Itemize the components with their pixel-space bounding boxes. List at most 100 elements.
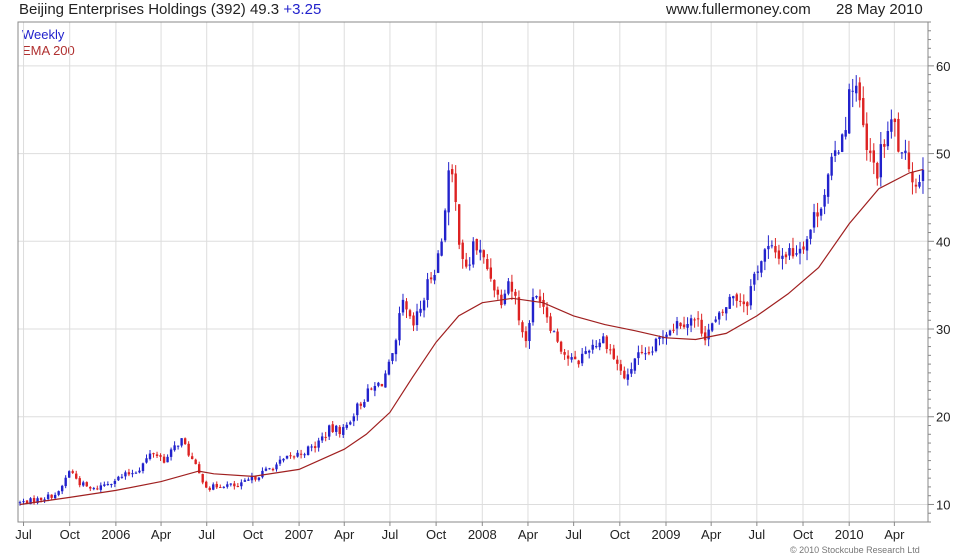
candle-body: [380, 383, 384, 387]
candle-body: [528, 323, 531, 342]
candle-body: [261, 470, 264, 478]
candle-body: [461, 242, 464, 259]
candle-body: [394, 340, 398, 355]
y-tick-label: 50: [936, 147, 950, 162]
candle-body: [67, 471, 71, 478]
candle-body: [802, 246, 805, 250]
candle-body: [450, 169, 454, 175]
candle-body: [897, 118, 900, 152]
x-tick-label: Oct: [793, 527, 814, 542]
candle-body: [222, 486, 225, 488]
candle-body: [408, 310, 412, 317]
candle-body: [833, 150, 837, 156]
candle-body: [433, 274, 436, 281]
candle-body: [651, 351, 654, 353]
candle-body: [862, 98, 865, 126]
candle-body: [75, 473, 78, 479]
candle-body: [113, 480, 117, 484]
candle-body: [763, 249, 767, 262]
candle-body: [735, 294, 738, 301]
x-tick-label: Jul: [382, 527, 399, 542]
x-tick-label: Oct: [60, 527, 81, 542]
candle-body: [855, 85, 858, 94]
candle-body: [858, 82, 861, 101]
candle-body: [732, 296, 735, 299]
candle-body: [53, 494, 57, 499]
candle-body: [131, 473, 134, 475]
candle-body: [240, 482, 243, 487]
candle-body: [689, 318, 693, 326]
candle-body: [405, 301, 408, 310]
candle-body: [236, 485, 240, 487]
candle-body: [226, 484, 229, 487]
candle-body: [103, 484, 106, 486]
candle-body: [159, 455, 162, 457]
candle-body: [918, 182, 921, 187]
candle-body: [616, 359, 619, 364]
candle-body: [647, 352, 651, 354]
candle-body: [630, 369, 633, 374]
candle-body: [120, 476, 124, 478]
candle-body: [169, 449, 173, 457]
candle-body: [335, 425, 338, 432]
candle-body: [587, 350, 591, 353]
candle-body: [138, 470, 141, 473]
candle-body: [387, 361, 391, 375]
candle-body: [637, 352, 640, 359]
candle-body: [777, 250, 781, 259]
candle-body: [71, 471, 74, 473]
x-tick-label: Apr: [334, 527, 355, 542]
candle-body: [39, 497, 43, 501]
candle-body: [496, 289, 500, 295]
candle-body: [99, 485, 103, 490]
candle-body: [770, 245, 774, 247]
candle-body: [148, 453, 152, 460]
candle-body: [696, 318, 700, 320]
candle-body: [710, 323, 714, 331]
candle-body: [106, 484, 110, 486]
x-tick-label: Jul: [565, 527, 582, 542]
candle-body: [268, 468, 271, 470]
x-tick-label: Apr: [884, 527, 905, 542]
candle-body: [563, 352, 566, 355]
candle-body: [412, 315, 415, 326]
candle-body: [472, 241, 475, 265]
x-tick-label: Oct: [426, 527, 447, 542]
candle-body: [155, 454, 159, 456]
candle-body: [721, 311, 724, 313]
candle-body: [32, 498, 36, 503]
candle-body: [623, 370, 626, 379]
candle-body: [306, 446, 310, 456]
candle-body: [457, 204, 461, 245]
candle-body: [313, 446, 317, 449]
x-tick-label: 2008: [468, 527, 497, 542]
candle-body: [665, 334, 668, 338]
candle-body: [609, 349, 612, 351]
candle-body: [310, 446, 313, 448]
candle-body: [454, 173, 457, 203]
candle-body: [190, 456, 194, 460]
candle-body: [686, 324, 689, 328]
candle-body: [679, 322, 682, 327]
candle-body: [89, 487, 92, 489]
candle-body: [682, 324, 686, 328]
x-tick-label: 2007: [285, 527, 314, 542]
candle-body: [247, 479, 250, 481]
candle-body: [675, 321, 679, 329]
candle-body: [598, 342, 601, 348]
x-tick-label: 2010: [835, 527, 864, 542]
candle-body: [830, 156, 833, 176]
candle-body: [78, 478, 81, 486]
candle-body: [521, 322, 524, 333]
candle-body: [545, 307, 549, 318]
candle-body: [760, 261, 763, 273]
candle-body: [465, 259, 468, 267]
candle-body: [823, 194, 826, 207]
candle-body: [278, 459, 282, 464]
candle-body: [482, 250, 485, 258]
candle-body: [275, 464, 278, 470]
candle-body: [370, 388, 373, 390]
y-tick-label: 10: [936, 497, 950, 512]
candle-body: [110, 484, 113, 486]
candle-body: [552, 331, 556, 333]
